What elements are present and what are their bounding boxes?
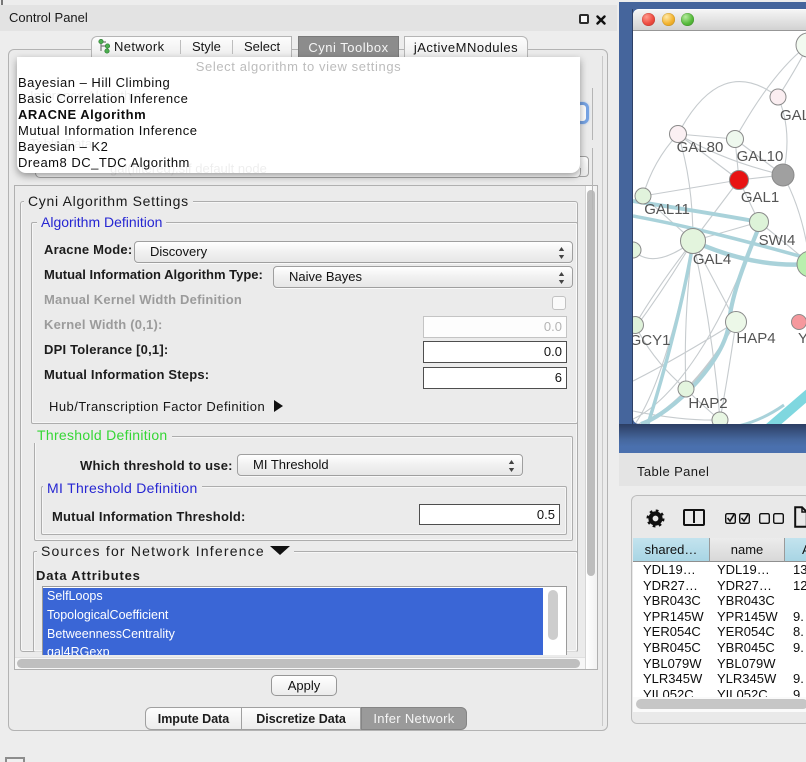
svg-text:GAL4: GAL4 xyxy=(693,251,731,268)
svg-text:SWI4: SWI4 xyxy=(759,232,796,249)
svg-text:GAL11: GAL11 xyxy=(644,201,690,218)
svg-text:GAL7: GAL7 xyxy=(780,107,806,124)
svg-text:GCY1: GCY1 xyxy=(633,332,670,349)
svg-text:GAL80: GAL80 xyxy=(677,139,724,156)
svg-text:HAP4: HAP4 xyxy=(736,330,775,347)
svg-text:GAL10: GAL10 xyxy=(737,148,784,165)
svg-text:HAP2: HAP2 xyxy=(688,395,727,412)
svg-text:Y: Y xyxy=(798,330,806,347)
svg-text:GAL1: GAL1 xyxy=(741,189,779,206)
